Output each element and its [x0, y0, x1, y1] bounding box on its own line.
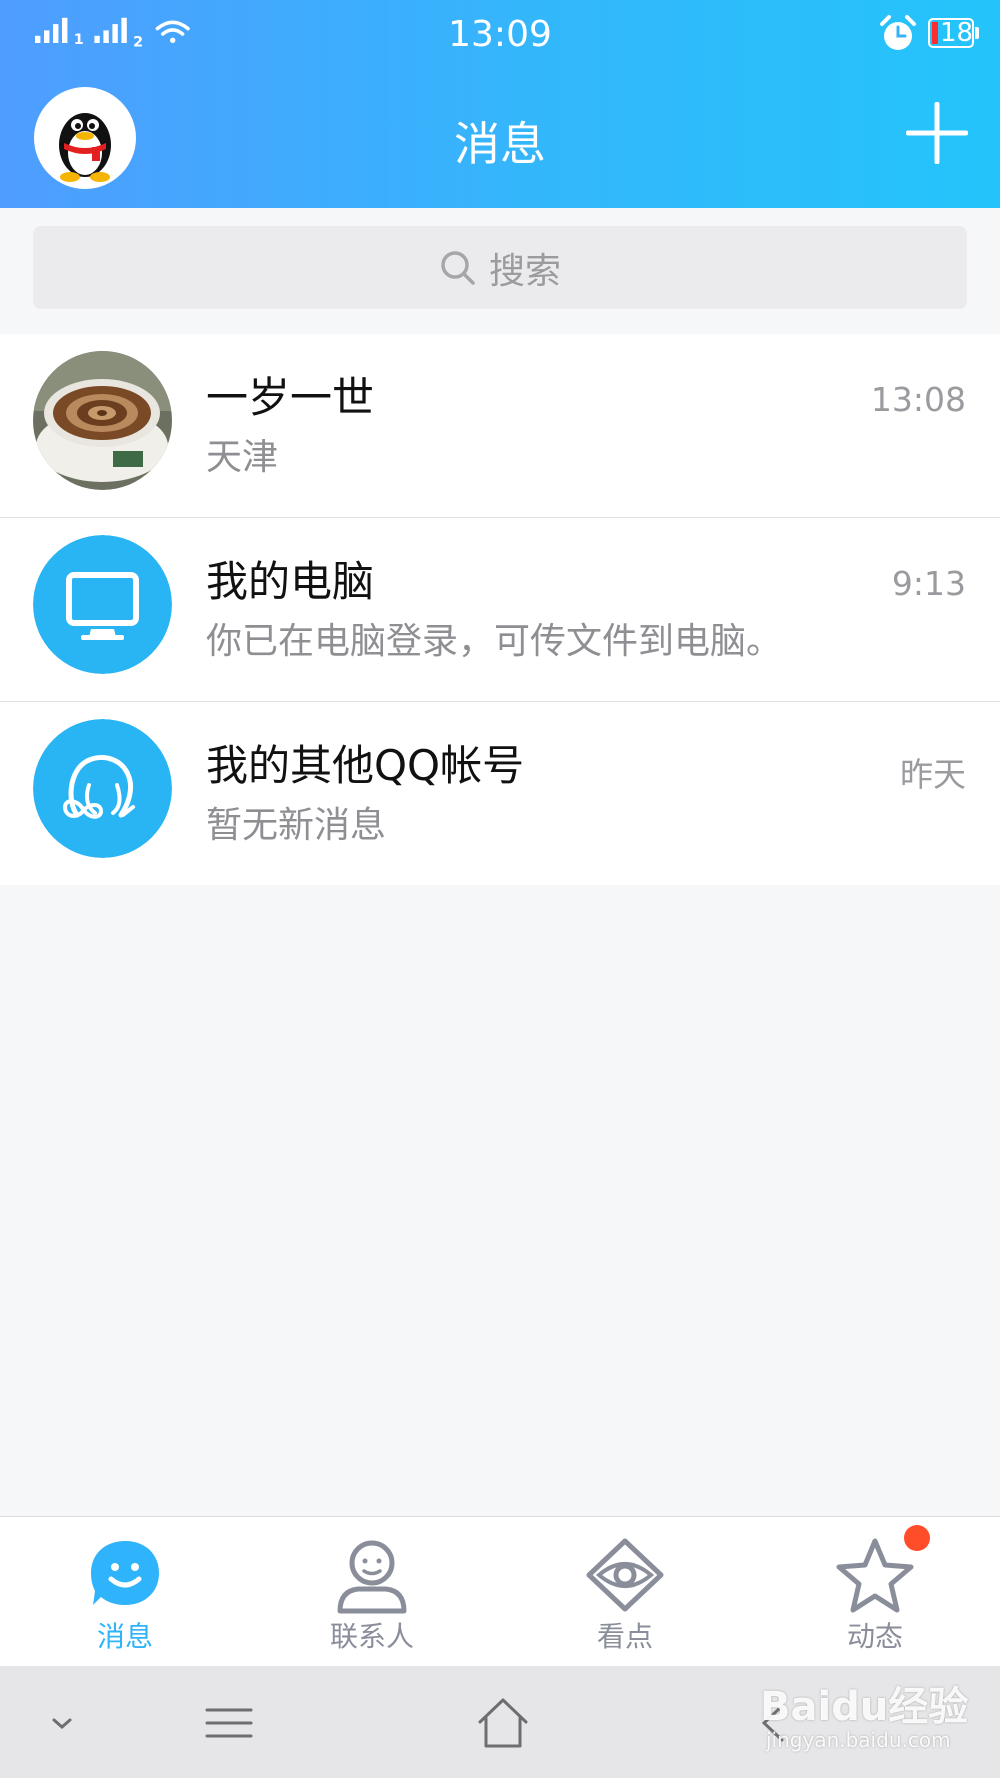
conversation-list: 一岁一世 天津 13:08 我的电脑 你已在电脑登录，可传文件到电脑。 9:13	[0, 334, 1000, 885]
home-icon[interactable]	[468, 1688, 538, 1758]
tab-discover[interactable]: 看点	[545, 1517, 705, 1667]
tab-contacts[interactable]: 联系人	[292, 1517, 452, 1667]
smile-bubble-icon	[91, 1541, 159, 1605]
coffee-photo	[33, 351, 172, 490]
person-icon	[337, 1540, 407, 1614]
menu-icon[interactable]	[194, 1688, 264, 1758]
conversation-name: 我的电脑	[206, 557, 375, 606]
coffee-avatar	[33, 351, 172, 490]
conversation-preview: 你已在电脑登录，可传文件到电脑。	[206, 621, 783, 662]
battery-percent: 18	[940, 18, 974, 48]
top-bar: 消息	[0, 76, 1000, 208]
conversation-name: 一岁一世	[206, 373, 375, 422]
battery-cap	[975, 27, 979, 39]
battery-level	[932, 22, 938, 44]
alarm-icon	[880, 15, 916, 50]
search-placeholder: 搜索	[488, 250, 561, 292]
status-time: 13:09	[448, 14, 552, 55]
battery-icon: 18	[928, 18, 974, 48]
chevron-down-icon[interactable]	[27, 1688, 97, 1758]
header: 1 2 13:09 18 消息	[0, 0, 1000, 208]
list-item[interactable]: 一岁一世 天津 13:08	[0, 334, 1000, 517]
tab-label: 动态	[846, 1620, 903, 1653]
tab-label: 联系人	[329, 1620, 414, 1653]
conversation-time: 13:08	[870, 380, 966, 419]
star-icon	[836, 1538, 914, 1613]
plus-icon[interactable]	[906, 102, 968, 164]
conversation-time: 昨天	[900, 755, 966, 794]
page-title: 消息	[454, 117, 546, 171]
tab-label: 消息	[96, 1620, 153, 1653]
list-item[interactable]: 我的其他QQ帐号 暂无新消息 昨天	[0, 701, 1000, 885]
notification-badge	[904, 1525, 930, 1551]
accounts-icon	[33, 719, 172, 858]
tab-feed[interactable]: 动态	[795, 1517, 955, 1667]
eye-icon	[586, 1538, 664, 1612]
watermark: Baidu经验	[760, 1684, 969, 1730]
conversation-name: 我的其他QQ帐号	[206, 741, 525, 790]
other-accounts-avatar	[33, 719, 172, 858]
conversation-preview: 暂无新消息	[206, 805, 387, 846]
status-bar: 1 2 13:09 18	[0, 0, 1000, 76]
conversation-time: 9:13	[891, 564, 966, 603]
tab-bar: 消息 联系人 看点 动态	[0, 1516, 1000, 1666]
watermark-url: jingyan.baidu.com	[766, 1728, 951, 1752]
my-computer-avatar	[33, 535, 172, 674]
conversation-preview: 天津	[206, 437, 279, 478]
tab-label: 看点	[596, 1620, 653, 1653]
search-icon	[441, 250, 475, 285]
monitor-icon	[33, 535, 172, 674]
list-item[interactable]: 我的电脑 你已在电脑登录，可传文件到电脑。 9:13	[0, 517, 1000, 701]
tab-messages[interactable]: 消息	[45, 1517, 205, 1667]
search-input[interactable]: 搜索	[33, 226, 967, 309]
